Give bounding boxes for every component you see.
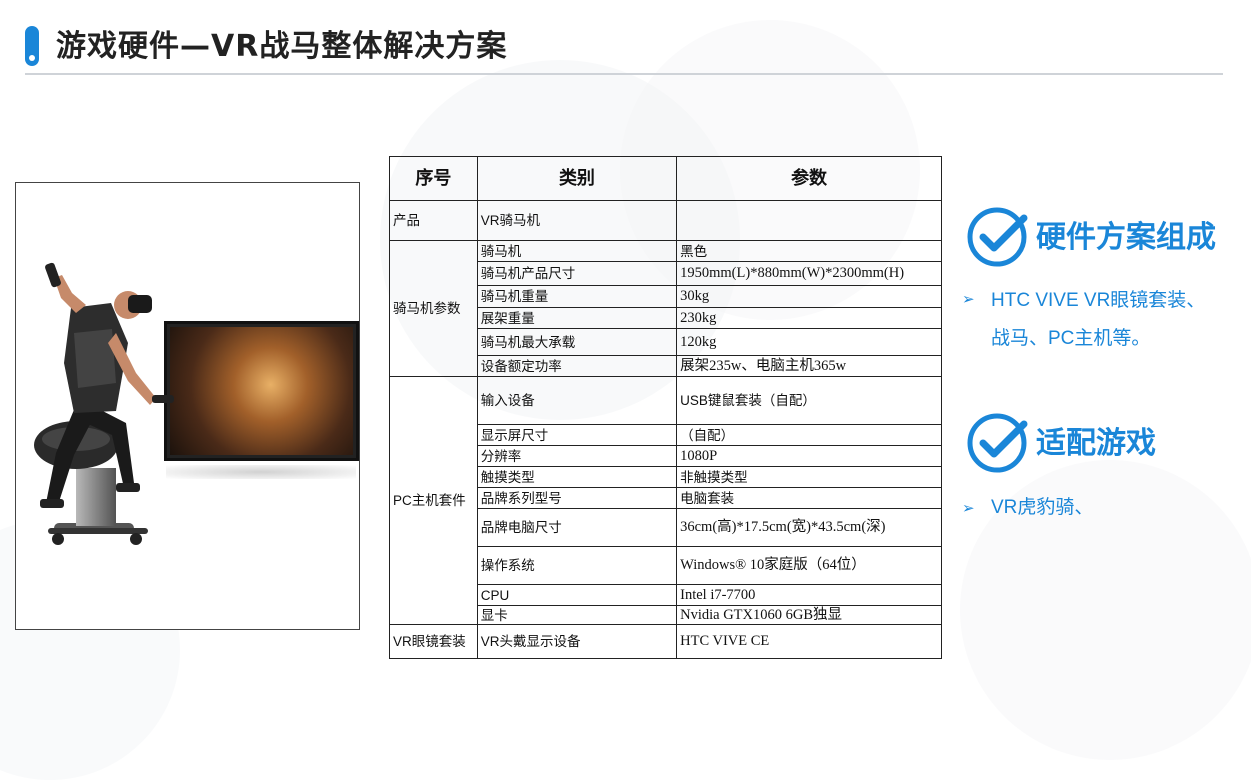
- column-header: 序号: [389, 156, 478, 201]
- category-cell: 操作系统: [476, 546, 678, 585]
- bullet-arrow-icon: ➢: [962, 499, 975, 517]
- category-cell: 骑马机重量: [476, 285, 678, 308]
- section-heading-games: 适配游戏: [1036, 426, 1156, 461]
- param-cell: Intel i7-7700: [676, 584, 942, 606]
- category-cell: 骑马机: [476, 240, 678, 262]
- param-cell: 黑色: [676, 240, 942, 262]
- param-cell: [676, 200, 942, 241]
- bullet-text: 战马、PC主机等。: [991, 328, 1151, 349]
- param-cell: 230kg: [676, 307, 942, 329]
- column-header: 参数: [676, 156, 942, 201]
- group-cell: 骑马机参数: [389, 240, 478, 377]
- bullet-text: VR虎豹骑、: [991, 497, 1094, 518]
- title-marker-icon: [25, 26, 39, 66]
- category-cell: 显示屏尺寸: [476, 424, 678, 446]
- table-row: PC主机套件 输入设备 USB键鼠套装（自配）: [389, 376, 942, 625]
- section-heading-hardware: 硬件方案组成: [1036, 220, 1216, 255]
- spec-table: 序号 类别 参数 产品 VR骑马机 骑马机参数 骑马机 黑色 骑马机产品尺寸 1950mm(…: [389, 156, 942, 659]
- category-cell: 骑马机最大承载: [476, 328, 678, 356]
- group-cell: 产品: [389, 200, 478, 241]
- param-cell: 120kg: [676, 328, 942, 356]
- product-photo: [15, 182, 360, 630]
- group-cell: VR眼镜套装: [389, 624, 478, 659]
- vr-rider-illustration: [34, 262, 174, 545]
- bullet-arrow-icon: ➢: [962, 290, 975, 308]
- param-cell: HTC VIVE CE: [676, 624, 942, 659]
- bullet-text: HTC VIVE VR眼镜套装、: [991, 290, 1206, 311]
- category-cell: 品牌电脑尺寸: [476, 508, 678, 547]
- param-cell: 1950mm(L)*880mm(W)*2300mm(H): [676, 261, 942, 286]
- table-row: 产品 VR骑马机: [389, 200, 942, 241]
- param-cell: USB键鼠套装（自配）: [676, 376, 942, 425]
- category-cell: 触摸类型: [476, 466, 678, 488]
- category-cell: 输入设备: [476, 376, 678, 425]
- category-cell: VR骑马机: [476, 200, 678, 241]
- category-cell: 骑马机产品尺寸: [476, 261, 678, 286]
- param-cell: 展架235w、电脑主机365w: [676, 355, 942, 377]
- param-cell: Windows® 10家庭版（64位）: [676, 546, 942, 585]
- table-row: VR眼镜套装 VR头戴显示设备 HTC VIVE CE: [389, 624, 942, 659]
- category-cell: CPU: [476, 584, 678, 606]
- category-cell: VR头戴显示设备: [476, 624, 678, 659]
- check-circle-icon: [967, 207, 1028, 267]
- param-cell: Nvidia GTX1060 6GB独显: [676, 605, 942, 625]
- group-cell: PC主机套件: [389, 376, 478, 625]
- title-divider: [25, 73, 1223, 75]
- param-cell: 30kg: [676, 285, 942, 308]
- param-cell: （自配）: [676, 424, 942, 446]
- param-cell: 1080P: [676, 445, 942, 467]
- column-header: 类别: [476, 156, 678, 201]
- category-cell: 分辨率: [476, 445, 678, 467]
- page-title: 游戏硬件—VR战马整体解决方案: [56, 29, 508, 64]
- category-cell: 设备额定功率: [476, 355, 678, 377]
- check-circle-icon: [967, 413, 1028, 473]
- table-row: 骑马机参数 骑马机 黑色: [389, 240, 942, 377]
- table-header-row: 序号 类别 参数: [389, 156, 942, 201]
- category-cell: 显卡: [476, 605, 678, 625]
- category-cell: 品牌系列型号: [476, 487, 678, 509]
- param-cell: 电脑套装: [676, 487, 942, 509]
- param-cell: 非触摸类型: [676, 466, 942, 488]
- category-cell: 展架重量: [476, 307, 678, 329]
- param-cell: 36cm(高)*17.5cm(宽)*43.5cm(深): [676, 508, 942, 547]
